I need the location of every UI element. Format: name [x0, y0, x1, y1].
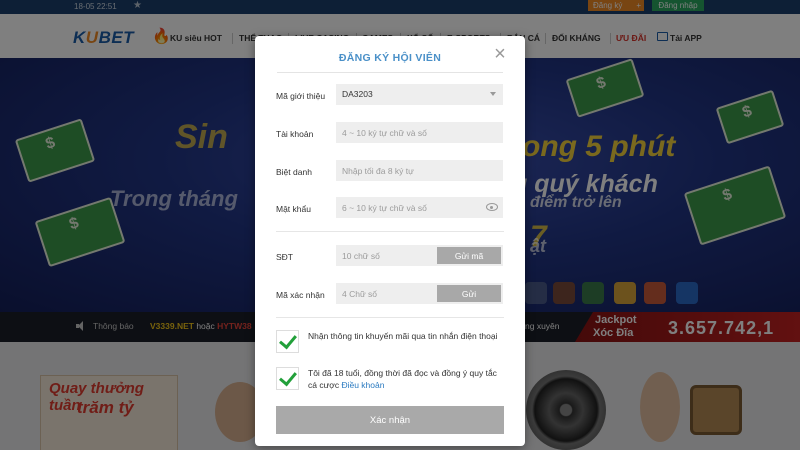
nickname-input[interactable]: [336, 160, 503, 181]
promo-consent-checkbox[interactable]: [276, 330, 299, 353]
account-label: Tài khoản: [276, 129, 314, 139]
eye-icon[interactable]: [486, 203, 498, 211]
send-code-button[interactable]: Gửi mã: [437, 247, 501, 264]
referral-select[interactable]: DA3203: [336, 84, 503, 105]
referral-label: Mã giới thiệu: [276, 91, 326, 101]
phone-label: SĐT: [276, 252, 293, 262]
age-consent-label: Tôi đã 18 tuổi, đồng thời đã đọc và đồng…: [308, 367, 503, 391]
promo-consent-label: Nhận thông tin khuyến mãi qua tin nhắn đ…: [308, 331, 498, 341]
close-icon[interactable]: ×: [491, 44, 509, 64]
password-input[interactable]: [336, 197, 503, 218]
modal-title: ĐĂNG KÝ HỘI VIÊN: [338, 52, 442, 64]
password-label: Mật khẩu: [276, 204, 311, 214]
chevron-down-icon: [490, 92, 496, 96]
section-divider: [276, 317, 504, 318]
section-divider: [276, 231, 504, 232]
header-divider: [277, 72, 503, 73]
age-consent-text: Tôi đã 18 tuổi, đồng thời đã đọc và đồng…: [308, 368, 497, 390]
register-modal: ĐĂNG KÝ HỘI VIÊN × Mã giới thiệu DA3203 …: [255, 36, 525, 446]
send-otp-button[interactable]: Gửi: [437, 285, 501, 302]
terms-link[interactable]: Điều khoản: [341, 380, 384, 390]
confirm-button[interactable]: Xác nhận: [276, 406, 504, 434]
referral-value: DA3203: [342, 89, 373, 99]
otp-label: Mã xác nhận: [276, 290, 325, 300]
account-input[interactable]: [336, 122, 503, 143]
age-consent-checkbox[interactable]: [276, 367, 299, 390]
nickname-label: Biệt danh: [276, 167, 312, 177]
